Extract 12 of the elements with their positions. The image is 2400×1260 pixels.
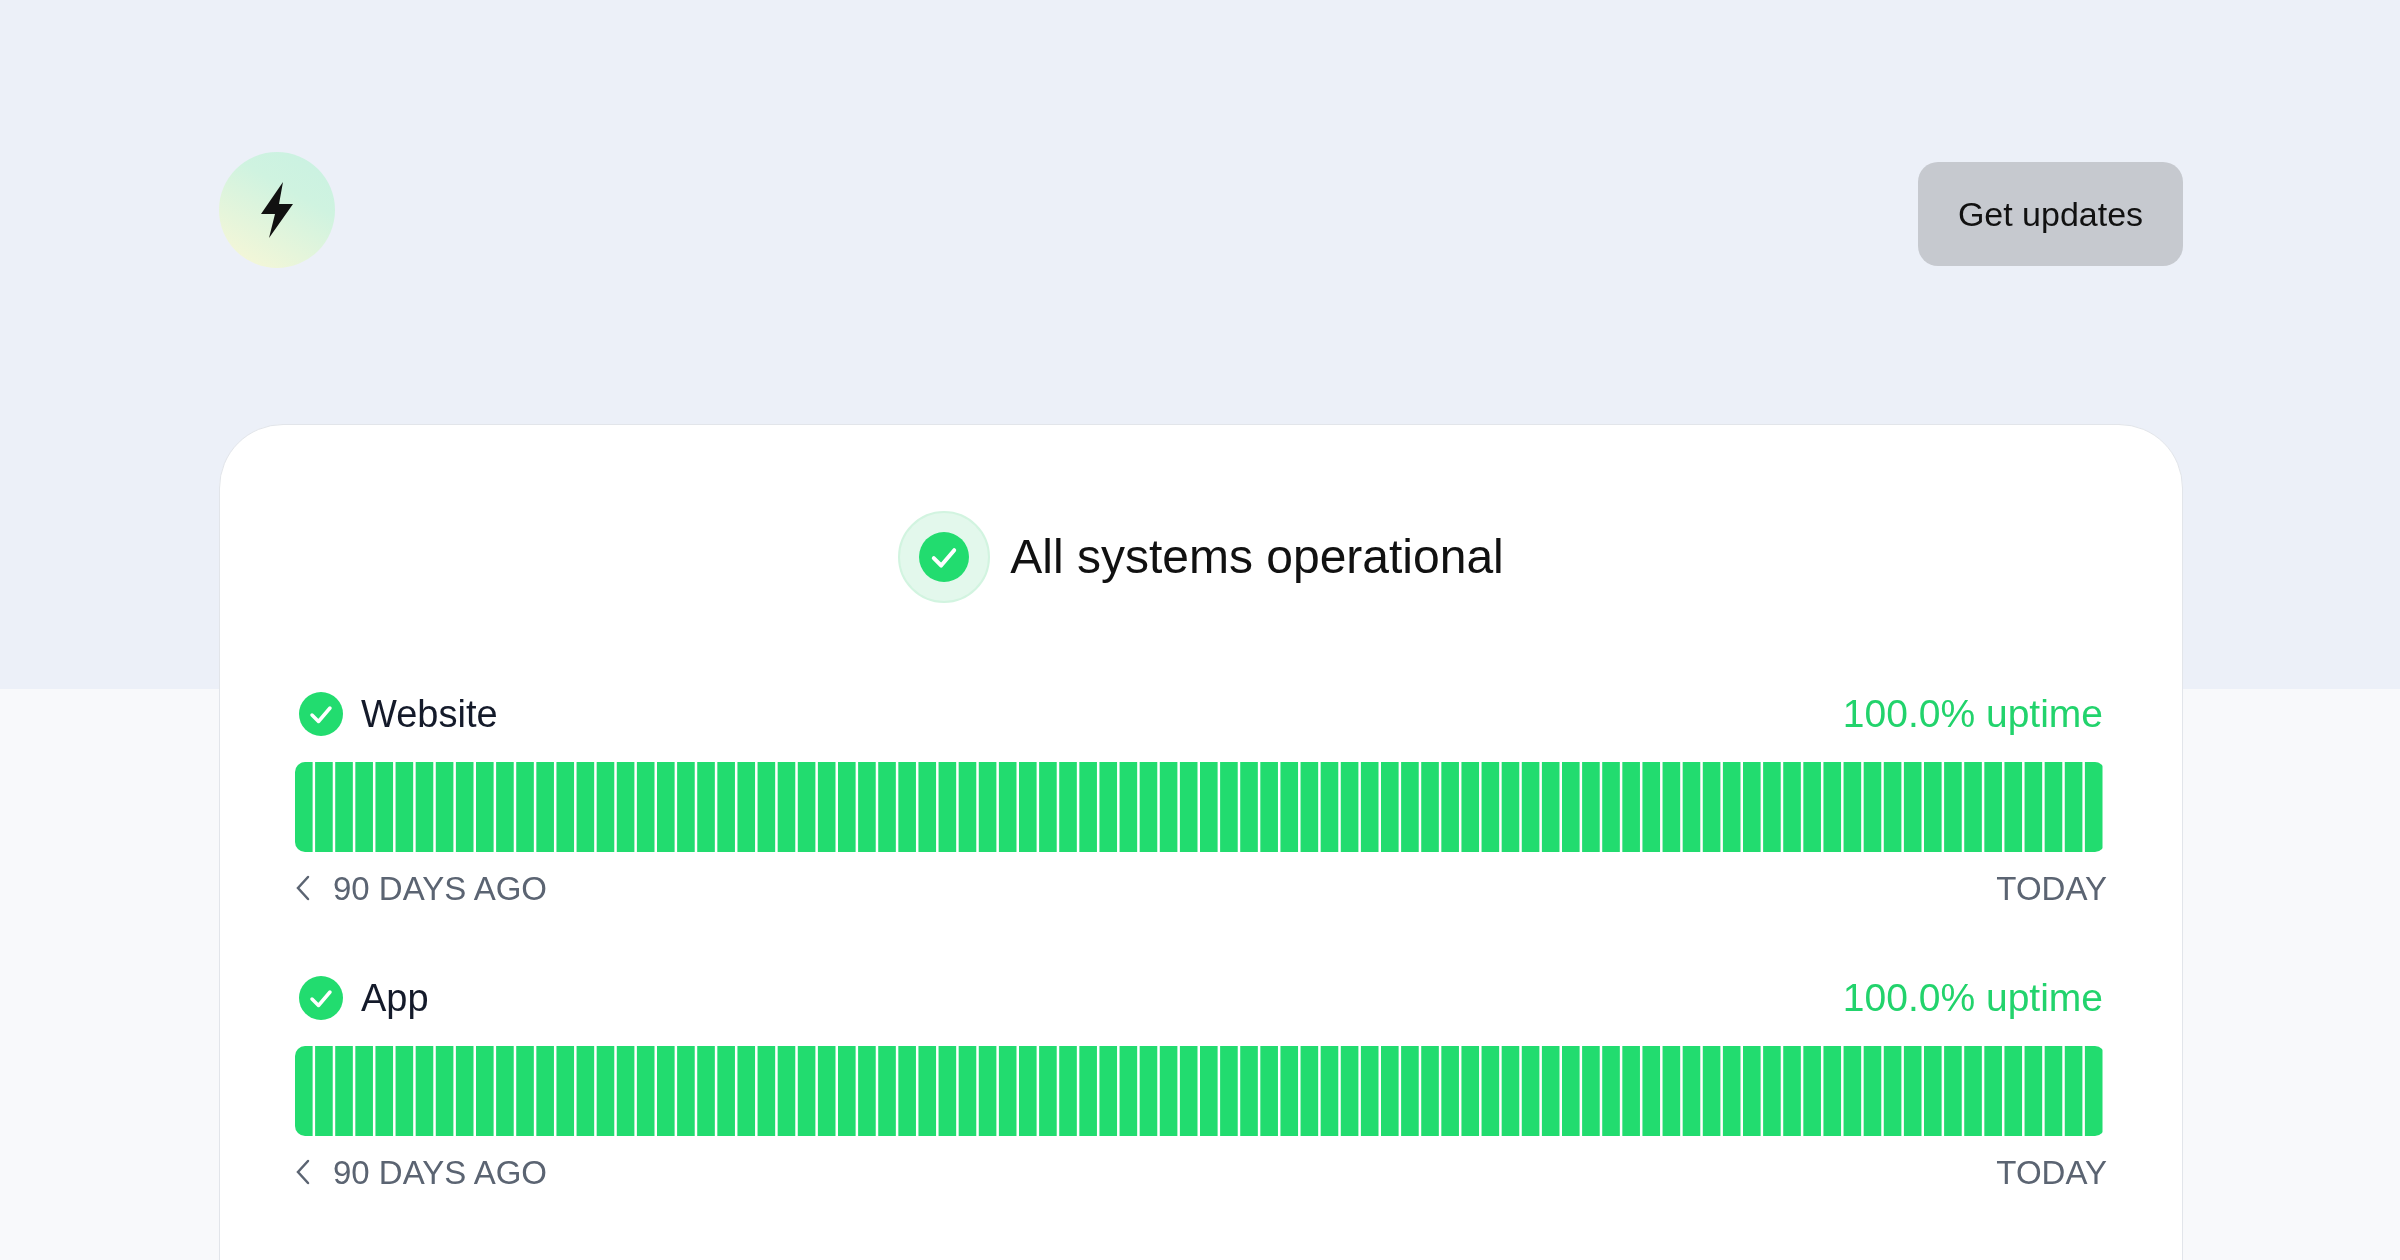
range-start-label: 90 DAYS AGO [333, 1152, 547, 1193]
overall-status-title: All systems operational [1010, 529, 1504, 585]
service-name: Website [361, 691, 498, 737]
uptime-value: 100.0% uptime [1842, 691, 2103, 737]
range-end-label: TODAY [1996, 868, 2107, 909]
get-updates-button[interactable]: Get updates [1918, 162, 2183, 266]
chevron-left-icon [295, 875, 311, 902]
uptime-value: 100.0% uptime [1842, 975, 2103, 1021]
chevron-left-icon [295, 1159, 311, 1186]
service-name: App [361, 975, 429, 1021]
range-end-label: TODAY [1996, 1152, 2107, 1193]
range-start-label: 90 DAYS AGO [333, 868, 547, 909]
